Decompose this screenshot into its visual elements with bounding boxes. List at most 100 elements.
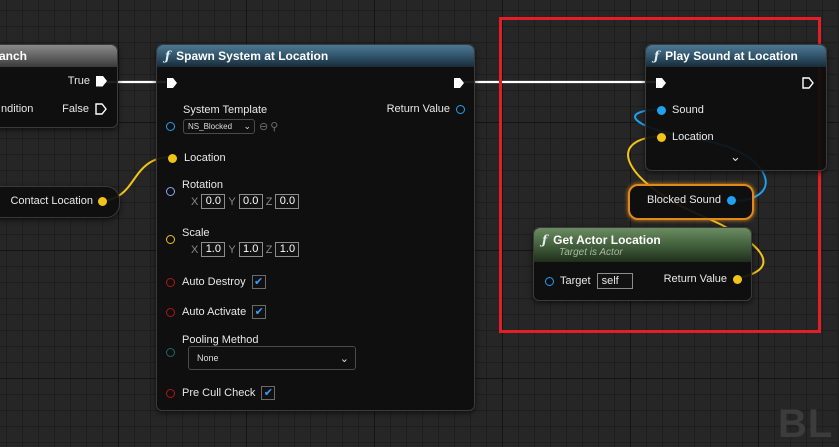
rotation-x-input[interactable]: 0.0 [201, 194, 226, 209]
get-actor-return-label: Return Value [663, 273, 727, 285]
scale-x-axis-label: X [191, 243, 199, 256]
exec-in-icon[interactable] [655, 77, 667, 89]
pooling-method-dropdown[interactable]: None ⌄ [188, 346, 356, 370]
exec-in-icon[interactable] [166, 77, 178, 89]
location-pin-row[interactable]: Location [168, 152, 226, 164]
branch-false-pin-row[interactable]: False [62, 103, 107, 115]
branch-condition-pin-row[interactable]: ndition [1, 103, 33, 115]
scale-x-input[interactable]: 1.0 [201, 242, 226, 257]
chevron-down-icon: ⌄ [339, 352, 349, 365]
branch-true-pin-row[interactable]: True [68, 75, 107, 87]
play-sound-location-pin-row[interactable]: Location [657, 131, 714, 143]
auto-destroy-pin-row[interactable]: Auto Destroy ✔ [166, 275, 266, 289]
play-sound-location-label: Location [672, 131, 714, 143]
get-actor-return-pin-row[interactable]: Return Value [664, 273, 742, 285]
target-label: Target [560, 275, 591, 287]
location-label: Location [184, 152, 226, 164]
exec-out-true-icon[interactable] [96, 75, 107, 87]
expand-chevron-icon[interactable]: ⌄ [730, 149, 741, 165]
auto-activate-pin-row[interactable]: Auto Activate ✔ [166, 305, 267, 319]
rotation-z-input[interactable]: 0.0 [275, 194, 300, 209]
get-actor-location-header: ƒ Get Actor Location Target is Actor [534, 228, 751, 262]
object-in-pin-icon[interactable] [545, 276, 554, 286]
scale-pin-row[interactable]: Scale X 1.0 Y 1.0 Z 1.0 [166, 227, 300, 257]
system-template-pin-row[interactable]: System Template NS_Blocked ⌄ ⊖ ⚲ [166, 104, 278, 134]
contact-location-label: Contact Location [10, 195, 93, 207]
use-selected-icon[interactable]: ⊖ [259, 120, 268, 133]
function-icon: ƒ [654, 49, 660, 63]
auto-activate-label: Auto Activate [182, 306, 247, 318]
object-in-pin-icon[interactable] [166, 121, 175, 131]
system-template-label: System Template [183, 104, 268, 116]
scale-label: Scale [182, 227, 210, 239]
system-template-value: NS_Blocked [188, 122, 233, 131]
pooling-method-label: Pooling Method [182, 334, 259, 346]
play-sound-title: Play Sound at Location [665, 49, 798, 63]
function-icon: ƒ [542, 232, 548, 247]
exec-out-false-icon[interactable] [95, 103, 107, 115]
branch-node-title: anch [0, 49, 28, 63]
target-value[interactable]: self [596, 273, 633, 289]
exec-out-icon[interactable] [802, 77, 814, 89]
rotation-pin-row[interactable]: Rotation X 0.0 Y 0.0 Z 0.0 [166, 179, 300, 209]
function-icon: ƒ [165, 49, 171, 63]
spawn-system-title: Spawn System at Location [176, 49, 329, 63]
scale-z-input[interactable]: 1.0 [275, 242, 300, 257]
bool-in-pin-icon[interactable] [166, 277, 175, 287]
exec-out-icon[interactable] [453, 77, 465, 89]
scale-y-axis-label: Y [228, 243, 236, 256]
return-value-pin-row[interactable]: Return Value [387, 103, 465, 115]
branch-true-label: True [67, 75, 90, 87]
branch-node-header: anch [0, 45, 117, 67]
chevron-down-icon: ⌄ [243, 121, 251, 131]
pre-cull-check-pin-row[interactable]: Pre Cull Check ✔ [166, 386, 276, 400]
rotation-z-axis-label: Z [265, 195, 273, 208]
sound-pin-row[interactable]: Sound [657, 104, 704, 116]
object-out-pin-icon[interactable] [456, 104, 465, 114]
blocked-sound-node[interactable]: Blocked Sound [628, 184, 754, 220]
scale-y-input[interactable]: 1.0 [238, 242, 263, 257]
enum-in-pin-icon[interactable] [166, 348, 175, 357]
get-actor-location-node[interactable]: ƒ Get Actor Location Target is Actor Tar… [533, 227, 752, 301]
auto-destroy-checkbox[interactable]: ✔ [251, 275, 266, 289]
vector-in-pin-icon[interactable] [166, 235, 175, 244]
bool-in-pin-icon[interactable] [166, 307, 175, 317]
object-in-pin-icon[interactable] [657, 105, 666, 115]
vector-out-pin-icon[interactable] [733, 274, 742, 284]
spawn-system-header: ƒ Spawn System at Location [157, 45, 474, 67]
pre-cull-check-checkbox[interactable]: ✔ [261, 386, 276, 400]
return-value-label: Return Value [386, 103, 450, 115]
blocked-sound-label: Blocked Sound [647, 194, 721, 206]
vector-in-pin-icon[interactable] [657, 132, 666, 142]
target-pin-row[interactable]: Target self [545, 273, 633, 289]
branch-node[interactable]: anch True ndition False [0, 44, 118, 128]
pooling-method-value: None [197, 353, 219, 363]
auto-destroy-label: Auto Destroy [182, 276, 246, 288]
branch-false-label: False [62, 103, 89, 115]
rotation-y-input[interactable]: 0.0 [238, 194, 263, 209]
contact-location-pin-row[interactable]: Contact Location [10, 195, 107, 207]
bool-in-pin-icon[interactable] [166, 388, 175, 398]
spawn-system-node[interactable]: ƒ Spawn System at Location System Templa… [156, 44, 475, 411]
contact-location-node[interactable]: Contact Location [0, 186, 120, 218]
rotation-label: Rotation [182, 179, 223, 191]
rotator-in-pin-icon[interactable] [166, 187, 175, 196]
object-out-pin-icon[interactable] [727, 195, 736, 205]
blueprint-watermark: BL [778, 402, 834, 446]
get-actor-location-title: Get Actor Location [553, 232, 661, 247]
play-sound-node[interactable]: ƒ Play Sound at Location Sound Location … [645, 44, 827, 171]
search-icon[interactable]: ⚲ [270, 120, 278, 133]
branch-condition-label: ndition [1, 103, 34, 115]
rotation-x-axis-label: X [191, 195, 199, 208]
get-actor-location-subtitle: Target is Actor [559, 246, 623, 258]
scale-z-axis-label: Z [265, 243, 273, 256]
system-template-dropdown[interactable]: NS_Blocked ⌄ [183, 119, 255, 134]
pre-cull-check-label: Pre Cull Check [182, 387, 256, 399]
sound-label: Sound [672, 104, 704, 116]
play-sound-header: ƒ Play Sound at Location [646, 45, 826, 67]
blocked-sound-pin-row[interactable]: Blocked Sound [647, 194, 736, 206]
vector-out-pin-icon[interactable] [98, 196, 107, 206]
rotation-y-axis-label: Y [228, 195, 236, 208]
vector-in-pin-icon[interactable] [168, 153, 177, 163]
auto-activate-checkbox[interactable]: ✔ [252, 305, 267, 319]
